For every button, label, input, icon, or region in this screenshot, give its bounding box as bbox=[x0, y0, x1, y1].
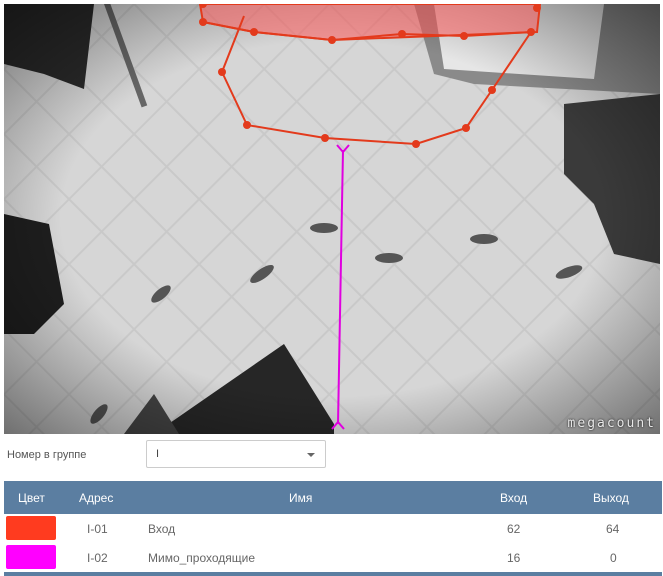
group-number-select[interactable]: I bbox=[146, 440, 326, 468]
row-name: Вход bbox=[148, 522, 176, 536]
counters-table: Цвет Адрес Имя Вход Выход I-01 Вход 62 6… bbox=[4, 481, 662, 576]
row-name: Мимо_проходящие bbox=[148, 551, 256, 565]
header-out: Выход bbox=[593, 491, 629, 505]
camera-view[interactable]: megacount bbox=[4, 4, 660, 434]
header-in: Вход bbox=[500, 491, 528, 505]
table-row[interactable]: I-02 Мимо_проходящие 16 0 bbox=[4, 543, 662, 572]
table-footer-bar bbox=[4, 572, 662, 576]
header-color: Цвет bbox=[18, 491, 45, 505]
row-out: 0 bbox=[610, 551, 617, 565]
row-in: 16 bbox=[507, 551, 521, 565]
header-name: Имя bbox=[289, 491, 313, 505]
table-header: Цвет Адрес Имя Вход Выход bbox=[4, 481, 662, 514]
color-swatch bbox=[6, 545, 56, 569]
row-address: I-01 bbox=[87, 522, 108, 536]
chevron-down-icon bbox=[307, 453, 315, 457]
color-swatch bbox=[6, 516, 56, 540]
camera-watermark: megacount bbox=[567, 416, 656, 431]
row-address: I-02 bbox=[87, 551, 108, 565]
group-number-label: Номер в группе bbox=[7, 449, 87, 461]
header-address: Адрес bbox=[79, 491, 114, 505]
camera-frame bbox=[4, 4, 660, 434]
group-number-value: I bbox=[156, 448, 160, 460]
table-row[interactable]: I-01 Вход 62 64 bbox=[4, 514, 662, 543]
row-out: 64 bbox=[606, 522, 620, 536]
row-in: 62 bbox=[507, 522, 521, 536]
